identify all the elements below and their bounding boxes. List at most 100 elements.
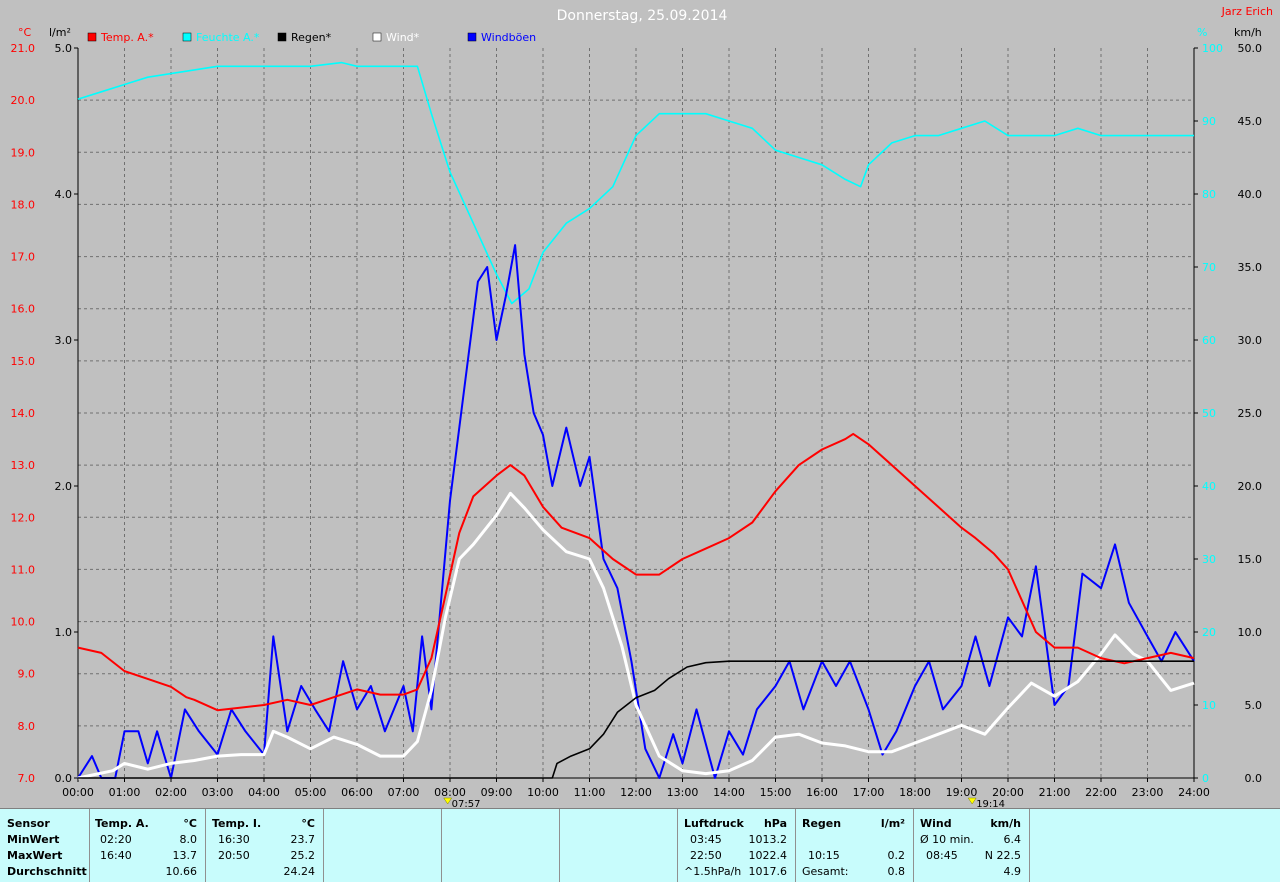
rain-axis-unit: l/m² bbox=[49, 26, 71, 39]
x-tick-label: 09:00 bbox=[481, 786, 513, 799]
temp-tick-label: 17.0 bbox=[11, 251, 36, 264]
legend-swatch bbox=[372, 32, 382, 42]
temp-a-column: Temp. A. °C 02:20 8.0 16:40 13.7 10.66 bbox=[90, 809, 206, 882]
temp-tick-label: 16.0 bbox=[11, 303, 36, 316]
temp-a-min-value: 8.0 bbox=[179, 833, 198, 846]
row-label-max: MaxWert bbox=[7, 849, 63, 862]
wind-tick-label: 20.0 bbox=[1238, 480, 1263, 493]
temp-tick-label: 12.0 bbox=[11, 511, 36, 524]
pressure-column: Luftdruck hPa 03:45 1013.2 22:50 1022.4 … bbox=[678, 809, 796, 882]
temp-a-max-time: 16:40 bbox=[100, 849, 132, 862]
pressure-max-value: 1022.4 bbox=[748, 849, 788, 862]
sensor-header: Sensor bbox=[7, 817, 50, 830]
row-label-min: MinWert bbox=[7, 833, 60, 846]
legend-swatch bbox=[182, 32, 192, 42]
x-tick-label: 01:00 bbox=[109, 786, 141, 799]
wind-column: Wind km/h Ø 10 min. 6.4 08:45 N 22.5 4.9 bbox=[914, 809, 1030, 882]
rain-tick-label: 0.0 bbox=[55, 772, 73, 785]
humidity-tick-label: 90 bbox=[1202, 115, 1216, 128]
pressure-min-value: 1013.2 bbox=[748, 833, 788, 846]
wind-max-value: N 22.5 bbox=[984, 849, 1021, 862]
wind-axis-unit: km/h bbox=[1234, 26, 1262, 39]
sun-marker-label: 19:14 bbox=[976, 799, 1005, 808]
temp-a-min-time: 02:20 bbox=[100, 833, 132, 846]
x-tick-label: 15:00 bbox=[760, 786, 792, 799]
wind-avg10-value: 6.4 bbox=[1003, 833, 1022, 846]
rain-total-label: Gesamt: bbox=[802, 865, 849, 878]
humidity-tick-label: 80 bbox=[1202, 188, 1216, 201]
x-tick-label: 08:00 bbox=[434, 786, 466, 799]
legend-swatch bbox=[467, 32, 477, 42]
rain-tick-label: 2.0 bbox=[55, 480, 73, 493]
x-tick-label: 03:00 bbox=[202, 786, 234, 799]
x-tick-label: 11:00 bbox=[574, 786, 606, 799]
sensor-column: Sensor MinWert MaxWert Durchschnitt bbox=[0, 809, 90, 882]
rain-column: Regen l/m² 10:15 0.2 Gesamt: 0.8 bbox=[796, 809, 914, 882]
temp-a-unit: °C bbox=[183, 817, 197, 830]
humidity-axis-unit: % bbox=[1197, 26, 1207, 39]
statistics-panel: Sensor MinWert MaxWert Durchschnitt Temp… bbox=[0, 808, 1280, 882]
row-label-avg: Durchschnitt bbox=[7, 865, 87, 878]
legend-swatch bbox=[277, 32, 287, 42]
rain-tick-label: 1.0 bbox=[55, 626, 73, 639]
legend-label: Temp. A.* bbox=[100, 31, 154, 44]
humidity-tick-label: 40 bbox=[1202, 480, 1216, 493]
empty-column-2 bbox=[442, 809, 560, 882]
rain-tick-label: 5.0 bbox=[55, 42, 73, 55]
pressure-trend: ^1.5hPa/h bbox=[684, 865, 742, 878]
temp-a-average: 10.66 bbox=[165, 865, 198, 878]
x-tick-label: 06:00 bbox=[341, 786, 373, 799]
wind-tick-label: 25.0 bbox=[1238, 407, 1263, 420]
x-tick-label: 12:00 bbox=[620, 786, 652, 799]
wind-tick-label: 50.0 bbox=[1238, 42, 1263, 55]
temp-i-max-value: 25.2 bbox=[290, 849, 316, 862]
humidity-tick-label: 100 bbox=[1202, 42, 1223, 55]
x-tick-label: 13:00 bbox=[667, 786, 699, 799]
humidity-tick-label: 70 bbox=[1202, 261, 1216, 274]
temp-tick-label: 11.0 bbox=[11, 563, 36, 576]
x-tick-label: 07:00 bbox=[388, 786, 420, 799]
corner-label: Jarz Erich bbox=[1221, 5, 1273, 18]
empty-column-3 bbox=[560, 809, 678, 882]
wind-tick-label: 40.0 bbox=[1238, 188, 1263, 201]
wind-tick-label: 10.0 bbox=[1238, 626, 1263, 639]
pressure-min-time: 03:45 bbox=[690, 833, 722, 846]
temp-tick-label: 19.0 bbox=[11, 146, 36, 159]
x-tick-label: 18:00 bbox=[899, 786, 931, 799]
humidity-tick-label: 0 bbox=[1202, 772, 1209, 785]
wind-tick-label: 35.0 bbox=[1238, 261, 1263, 274]
temp-a-max-value: 13.7 bbox=[172, 849, 198, 862]
legend-label: Wind* bbox=[386, 31, 420, 44]
temp-tick-label: 20.0 bbox=[11, 94, 36, 107]
temp-tick-label: 15.0 bbox=[11, 355, 36, 368]
rain-tick-label: 3.0 bbox=[55, 334, 73, 347]
wind-max-time: 08:45 bbox=[926, 849, 958, 862]
temp-tick-label: 13.0 bbox=[11, 459, 36, 472]
x-tick-label: 24:00 bbox=[1178, 786, 1210, 799]
temp-tick-label: 10.0 bbox=[11, 616, 36, 629]
chart-title: Donnerstag, 25.09.2014 bbox=[557, 8, 728, 24]
temp-i-header: Temp. I. bbox=[212, 817, 262, 830]
rain-max-value: 0.2 bbox=[887, 849, 906, 862]
x-tick-label: 00:00 bbox=[62, 786, 94, 799]
x-tick-label: 02:00 bbox=[155, 786, 187, 799]
wind-tick-label: 0.0 bbox=[1245, 772, 1263, 785]
rain-max-time: 10:15 bbox=[808, 849, 840, 862]
pressure-header: Luftdruck bbox=[684, 817, 744, 830]
sun-marker-label: 07:57 bbox=[452, 799, 481, 808]
wind-avg10-label: Ø 10 min. bbox=[920, 833, 974, 846]
temp-tick-label: 14.0 bbox=[11, 407, 36, 420]
temp-tick-label: 8.0 bbox=[18, 720, 36, 733]
humidity-tick-label: 30 bbox=[1202, 553, 1216, 566]
weather-chart: 00:00 01:00 02:00 03:00 04:00 05:00 06:00 07:00… bbox=[0, 0, 1280, 808]
humidity-tick-label: 20 bbox=[1202, 626, 1216, 639]
pressure-unit: hPa bbox=[763, 817, 787, 830]
x-tick-label: 14:00 bbox=[713, 786, 745, 799]
pressure-average: 1017.6 bbox=[748, 865, 788, 878]
humidity-tick-label: 50 bbox=[1202, 407, 1216, 420]
x-tick-label: 20:00 bbox=[992, 786, 1024, 799]
humidity-tick-label: 10 bbox=[1202, 699, 1216, 712]
temp-tick-label: 18.0 bbox=[11, 198, 36, 211]
temp-i-min-value: 23.7 bbox=[290, 833, 316, 846]
temp-i-min-time: 16:30 bbox=[218, 833, 250, 846]
